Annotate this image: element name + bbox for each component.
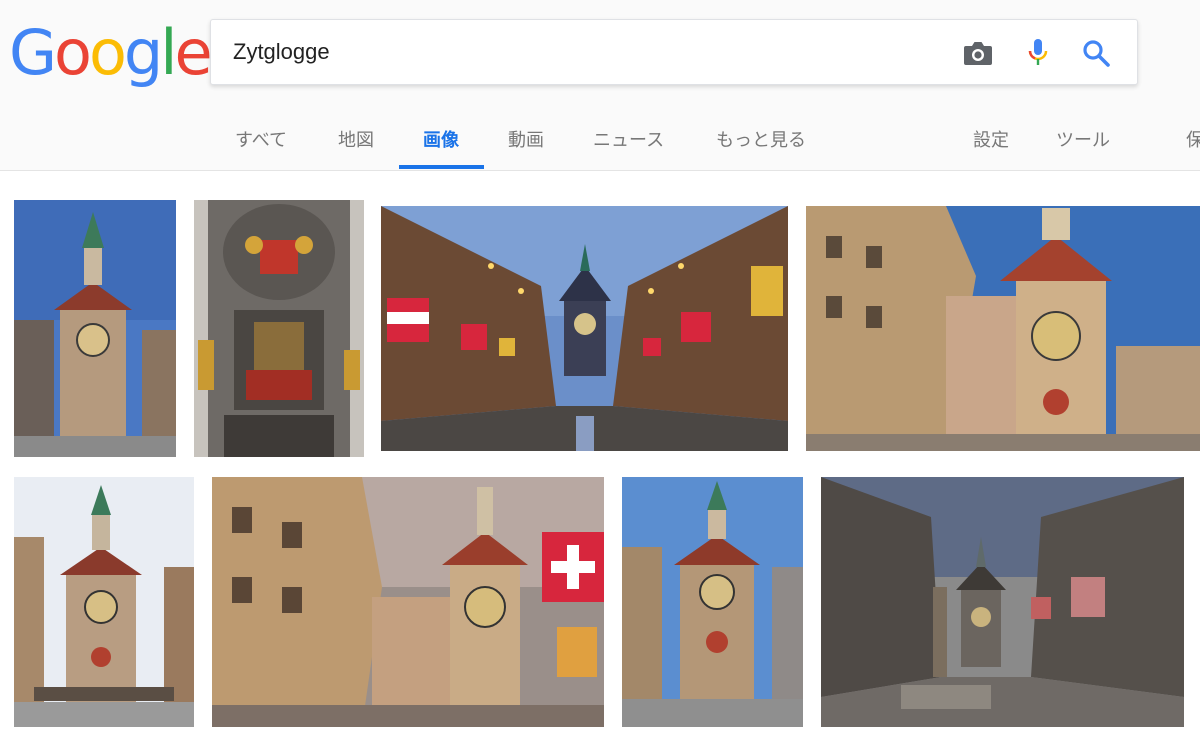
camera-icon[interactable] bbox=[961, 36, 995, 70]
image-result-picture bbox=[212, 477, 604, 727]
tab-videos[interactable]: 動画 bbox=[508, 126, 544, 152]
image-result[interactable] bbox=[14, 200, 176, 457]
tab-tools[interactable]: ツール bbox=[1056, 126, 1110, 152]
tab-settings[interactable]: 設定 bbox=[973, 126, 1009, 152]
logo-letter: G bbox=[9, 16, 57, 89]
image-result-picture bbox=[806, 206, 1200, 451]
logo-letter: o bbox=[54, 16, 92, 89]
image-result-picture bbox=[14, 477, 194, 727]
google-logo[interactable]: Google bbox=[9, 16, 213, 89]
image-result-picture bbox=[14, 200, 176, 457]
search-header: Google すべて 地図 画像 bbox=[0, 0, 1200, 171]
logo-letter: e bbox=[174, 16, 213, 89]
image-result[interactable] bbox=[381, 206, 788, 451]
search-box bbox=[210, 19, 1138, 85]
image-result-picture bbox=[381, 206, 788, 451]
image-result-picture bbox=[622, 477, 803, 727]
magnifier-search-icon[interactable] bbox=[1079, 36, 1113, 70]
tab-more[interactable]: もっと見る bbox=[716, 126, 806, 152]
logo-letter: l bbox=[160, 16, 177, 89]
logo-letter: g bbox=[123, 16, 163, 89]
image-result[interactable] bbox=[622, 477, 803, 727]
microphone-icon[interactable] bbox=[1021, 36, 1055, 70]
tab-safesearch[interactable]: 保 bbox=[1186, 126, 1200, 152]
image-result[interactable] bbox=[212, 477, 604, 727]
image-result[interactable] bbox=[194, 200, 364, 457]
logo-letter: o bbox=[88, 16, 127, 89]
image-result[interactable] bbox=[806, 206, 1200, 451]
image-result-picture bbox=[821, 477, 1184, 727]
image-result[interactable] bbox=[821, 477, 1184, 727]
image-result-picture bbox=[194, 200, 364, 457]
tab-news[interactable]: ニュース bbox=[593, 126, 664, 152]
tab-maps[interactable]: 地図 bbox=[338, 126, 374, 152]
active-tab-indicator bbox=[399, 165, 484, 169]
search-tabs: すべて 地図 画像 動画 ニュース もっと見る 設定 ツール 保 bbox=[0, 118, 1200, 170]
search-input[interactable] bbox=[233, 20, 933, 84]
image-result[interactable] bbox=[14, 477, 194, 727]
tab-images[interactable]: 画像 bbox=[423, 126, 459, 152]
image-results-grid bbox=[0, 171, 1200, 740]
tab-all[interactable]: すべて bbox=[235, 126, 287, 152]
